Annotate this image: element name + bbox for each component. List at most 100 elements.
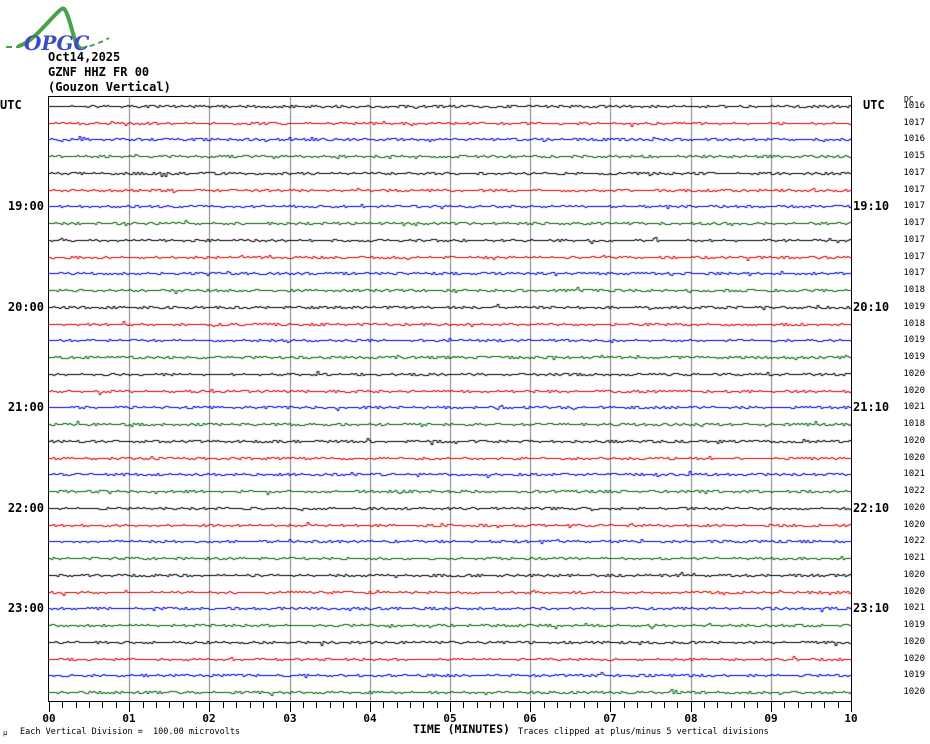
dc-value: 1017	[903, 235, 925, 245]
header-block: Oct14,2025 GZNF HHZ FR 00 (Gouzon Vertic…	[48, 50, 171, 95]
minor-tick	[223, 702, 224, 708]
minor-tick	[236, 702, 237, 708]
minor-tick	[544, 702, 545, 708]
dc-value: 1017	[903, 252, 925, 262]
dc-value: 1017	[903, 201, 925, 211]
x-tick-label: 00	[42, 712, 56, 725]
major-tick	[290, 702, 291, 712]
major-tick	[771, 702, 772, 712]
header-station: GZNF HHZ FR 00	[48, 65, 150, 79]
microvolt-mark: µ	[3, 729, 8, 737]
x-tick-label: 02	[202, 712, 216, 725]
x-tick-label: 04	[363, 712, 377, 725]
minor-tick	[503, 702, 504, 708]
x-tick-label: 01	[122, 712, 136, 725]
major-tick	[691, 702, 692, 712]
dc-value: 1019	[903, 670, 925, 680]
dc-value: 1021	[903, 553, 925, 563]
helicorder-canvas	[49, 97, 851, 701]
header-date: Oct14,2025	[48, 50, 121, 64]
major-tick	[49, 702, 50, 712]
dc-value: 1017	[903, 168, 925, 178]
dc-value: 1019	[903, 620, 925, 630]
minor-tick	[397, 702, 398, 708]
x-axis-title: TIME (MINUTES)	[413, 722, 510, 736]
minor-tick	[169, 702, 170, 708]
minor-tick	[156, 702, 157, 708]
utc-label-left: UTC	[0, 98, 22, 112]
x-tick-label: 03	[283, 712, 297, 725]
dc-value: 1020	[903, 587, 925, 597]
hour-label-left: 21:00	[7, 400, 44, 414]
minor-tick	[437, 702, 438, 708]
minor-tick	[89, 702, 90, 708]
opgc-logo: OPGC	[6, 6, 110, 55]
division-note: Each Vertical Division = 100.00 microvol…	[20, 727, 241, 737]
dc-value: 1019	[903, 302, 925, 312]
hour-label-right: 20:10	[853, 300, 890, 314]
minor-tick	[196, 702, 197, 708]
minor-tick	[143, 702, 144, 708]
hour-label-left: 22:00	[7, 501, 44, 515]
hour-label-right: 19:10	[853, 199, 890, 213]
major-tick	[370, 702, 371, 712]
minor-tick	[637, 702, 638, 708]
dc-value: 1022	[903, 486, 925, 496]
minor-tick	[316, 702, 317, 708]
minor-tick	[838, 702, 839, 708]
minor-tick	[477, 702, 478, 708]
minor-tick	[343, 702, 344, 708]
dc-value: 1016	[903, 134, 925, 144]
minor-tick	[183, 702, 184, 708]
dc-value: 1020	[903, 687, 925, 697]
minor-tick	[102, 702, 103, 708]
minor-tick	[824, 702, 825, 708]
x-tick-label: 06	[523, 712, 537, 725]
dc-value: 1018	[903, 419, 925, 429]
x-tick-label: 08	[684, 712, 698, 725]
major-tick	[851, 702, 852, 712]
minor-tick	[263, 702, 264, 708]
major-tick	[450, 702, 451, 712]
minor-tick	[356, 702, 357, 708]
hour-label-left: 23:00	[7, 601, 44, 615]
minor-tick	[651, 702, 652, 708]
dc-value: 1017	[903, 185, 925, 195]
minor-tick	[677, 702, 678, 708]
minor-tick	[410, 702, 411, 708]
dc-value: 1020	[903, 453, 925, 463]
dc-value: 1020	[903, 520, 925, 530]
dc-value: 1021	[903, 469, 925, 479]
major-tick	[129, 702, 130, 712]
dc-value: 1020	[903, 503, 925, 513]
dc-value: 1017	[903, 268, 925, 278]
dc-value: 1020	[903, 654, 925, 664]
dc-value: 1022	[903, 536, 925, 546]
hour-label-right: 22:10	[853, 501, 890, 515]
minor-tick	[811, 702, 812, 708]
x-tick-label: 07	[603, 712, 617, 725]
dc-value: 1018	[903, 285, 925, 295]
dc-value: 1020	[903, 386, 925, 396]
dc-value: 1015	[903, 151, 925, 161]
helicorder-page: OPGC Oct14,2025 GZNF HHZ FR 00 (Gouzon V…	[0, 0, 930, 744]
dc-value: 1021	[903, 603, 925, 613]
minor-tick	[423, 702, 424, 708]
x-tick-label: 09	[764, 712, 778, 725]
dc-value: 1021	[903, 402, 925, 412]
minor-tick	[597, 702, 598, 708]
minor-tick	[463, 702, 464, 708]
x-tick-label: 10	[844, 712, 858, 725]
dc-value: 1018	[903, 319, 925, 329]
minor-tick	[744, 702, 745, 708]
hour-label-left: 20:00	[7, 300, 44, 314]
header-location: (Gouzon Vertical)	[48, 80, 171, 94]
plot-frame	[48, 96, 852, 702]
minor-tick	[250, 702, 251, 708]
minor-tick	[731, 702, 732, 708]
minor-tick	[584, 702, 585, 708]
hour-label-right: 21:10	[853, 400, 890, 414]
dc-value: 1019	[903, 335, 925, 345]
minor-tick	[784, 702, 785, 708]
utc-label-right: UTC	[863, 98, 885, 112]
